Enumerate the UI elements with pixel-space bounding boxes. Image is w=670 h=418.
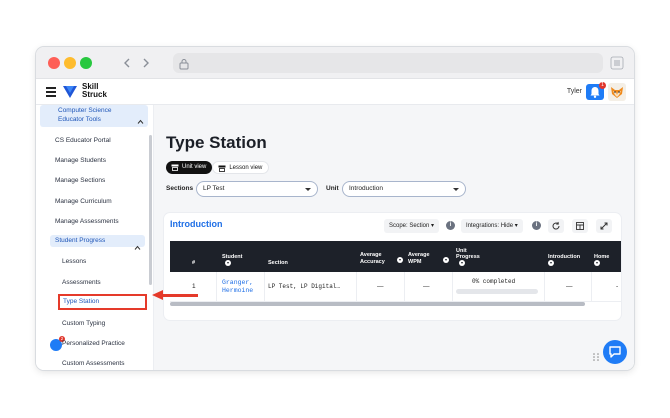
sidebar-scrollbar[interactable] <box>149 135 152 285</box>
app-container: Skill Struck Tyler 1 Computer Science Ed… <box>36 79 634 370</box>
sidebar-group-student-progress[interactable]: Student Progress <box>50 235 145 250</box>
sidebar-item-manage-students[interactable]: Manage Students <box>55 157 106 164</box>
sidebar-item-manage-sections[interactable]: Manage Sections <box>55 177 105 184</box>
table-view-icon <box>171 164 179 171</box>
column-header-section: Section <box>268 260 288 266</box>
sidebar-item-manage-curriculum[interactable]: Manage Curriculum <box>55 198 112 205</box>
sidebar-item-type-station[interactable]: Type Station <box>58 294 147 310</box>
grid-icon <box>576 222 584 230</box>
address-bar[interactable] <box>173 53 603 73</box>
menu-icon[interactable] <box>610 56 624 70</box>
row-average-wpm: — <box>423 283 430 290</box>
unit-select[interactable]: Introduction <box>342 181 466 197</box>
row-section: LP Test, LP Digital… <box>268 283 341 290</box>
maximize-window-button[interactable] <box>80 57 92 69</box>
integrations-dropdown[interactable]: Integrations: Hide ▾ <box>461 219 523 233</box>
minimize-window-button[interactable] <box>64 57 76 69</box>
hamburger-icon[interactable] <box>46 87 56 97</box>
student-link[interactable]: Granger, Hermoine <box>222 279 262 295</box>
column-header-student[interactable]: Student <box>222 241 262 272</box>
practice-icon: 2 <box>50 336 65 351</box>
row-introduction: — <box>566 283 573 290</box>
chat-icon <box>609 346 621 358</box>
lock-icon <box>179 57 189 70</box>
chevron-right-icon[interactable] <box>139 56 153 70</box>
row-index: 1 <box>192 283 196 290</box>
expand-button[interactable] <box>596 219 612 233</box>
column-header-unit-progress[interactable]: Unit Progress <box>456 241 546 272</box>
table-row: 1 Granger, Hermoine LP Test, LP Digital…… <box>170 272 621 302</box>
sidebar-section-title: Computer Science Educator Tools <box>58 107 112 123</box>
card-title: Introduction <box>170 219 223 229</box>
info-icon[interactable]: i <box>446 221 455 230</box>
scope-dropdown[interactable]: Scope: Section ▾ <box>384 219 440 233</box>
table-view-icon <box>218 165 226 172</box>
sort-icon[interactable] <box>459 259 465 266</box>
chevron-up-icon[interactable] <box>134 238 141 250</box>
sidebar-item-manage-assessments[interactable]: Manage Assessments <box>55 218 119 225</box>
refresh-button[interactable] <box>548 219 564 233</box>
chevron-up-icon[interactable] <box>137 112 144 124</box>
row-unit-progress: 0% completed <box>472 278 516 285</box>
sidebar-item-cs-educator-portal[interactable]: CS Educator Portal <box>55 137 111 144</box>
info-icon[interactable]: i <box>532 221 541 230</box>
sort-icon[interactable] <box>594 259 600 266</box>
sidebar-section-header[interactable]: Computer Science Educator Tools <box>40 105 148 127</box>
row-home: - <box>616 283 619 290</box>
logo-icon <box>62 84 78 100</box>
column-header-home[interactable]: Home <box>594 241 621 272</box>
caret-down-icon <box>453 188 459 191</box>
refresh-icon <box>552 221 560 230</box>
unit-label: Unit <box>326 185 339 192</box>
sort-icon[interactable] <box>397 257 403 263</box>
columns-button[interactable] <box>572 219 588 233</box>
notification-badge: 1 <box>599 82 606 89</box>
avatar[interactable] <box>608 83 626 101</box>
sidebar-item-custom-assessments[interactable]: Custom Assessments <box>62 360 125 367</box>
notification-button[interactable]: 1 <box>586 82 606 100</box>
logo-text: Skill Struck <box>82 82 107 99</box>
sort-icon[interactable] <box>548 259 554 266</box>
drag-handle-icon[interactable] <box>593 348 599 361</box>
view-toggle: Unit view Lesson view <box>166 161 270 174</box>
sidebar-item-assessments[interactable]: Assessments <box>62 279 101 286</box>
lesson-view-button[interactable]: Lesson view <box>212 161 270 174</box>
sections-label: Sections <box>166 185 194 192</box>
sidebar: Computer Science Educator Tools CS Educa… <box>36 105 154 370</box>
close-window-button[interactable] <box>48 57 60 69</box>
sidebar-group-label: Student Progress <box>55 237 106 244</box>
column-header-average-wpm[interactable]: Average WPM <box>408 241 454 272</box>
column-header-average-accuracy[interactable]: Average Accuracy <box>360 241 406 272</box>
page-title: Type Station <box>166 133 267 152</box>
caret-down-icon <box>305 188 311 191</box>
table-horizontal-scrollbar[interactable] <box>170 302 585 306</box>
column-header-introduction[interactable]: Introduction <box>548 241 592 272</box>
sidebar-item-label: Type Station <box>63 298 100 305</box>
sidebar-item-lessons[interactable]: Lessons <box>62 258 86 265</box>
app-topbar: Skill Struck Tyler 1 <box>36 79 634 105</box>
chat-button[interactable] <box>603 340 627 364</box>
sections-select[interactable]: LP Test <box>196 181 318 197</box>
progress-card: Introduction Scope: Section ▾ i Integrat… <box>164 213 621 320</box>
table-header: # Student Section Average Accuracy Avera… <box>170 241 621 272</box>
sort-icon[interactable] <box>443 257 449 263</box>
sidebar-item-custom-typing[interactable]: Custom Typing <box>62 320 105 327</box>
unit-view-button[interactable]: Unit view <box>166 161 213 174</box>
expand-icon <box>600 222 608 230</box>
sort-icon[interactable] <box>225 259 231 266</box>
browser-window: Skill Struck Tyler 1 Computer Science Ed… <box>36 47 634 370</box>
column-header-index: # <box>192 260 196 266</box>
progress-bar <box>456 289 538 294</box>
user-name[interactable]: Tyler <box>567 88 582 95</box>
row-average-accuracy: — <box>377 283 384 290</box>
annotation-arrow <box>162 294 198 297</box>
main-content: Type Station Unit view Lesson view Secti… <box>154 105 634 370</box>
chevron-left-icon[interactable] <box>120 56 134 70</box>
sidebar-item-personalized-practice[interactable]: Personalized Practice <box>62 340 125 347</box>
browser-titlebar <box>36 47 634 79</box>
